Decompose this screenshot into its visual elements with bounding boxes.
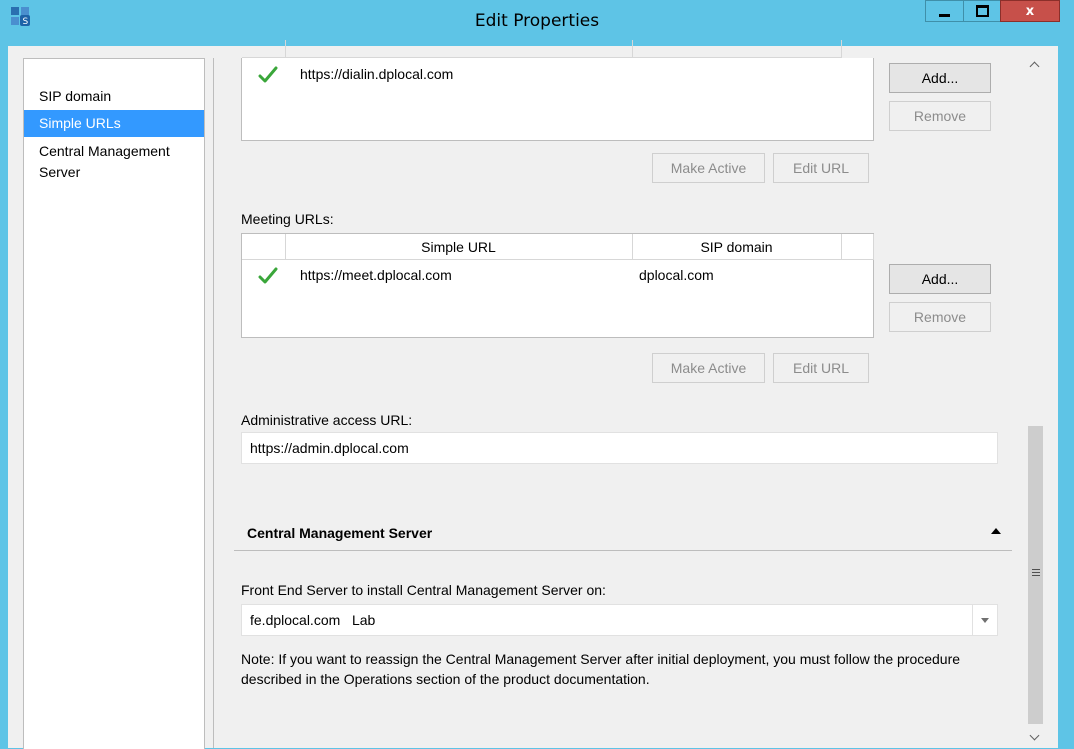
window-title: Edit Properties [474,11,600,31]
meeting-make-active-button[interactable]: Make Active [652,353,765,383]
grip-icon [1032,569,1040,577]
table-row[interactable]: https://dialin.dplocal.com [242,63,873,89]
table-header-cell [841,234,874,260]
admin-url-label: Administrative access URL: [241,412,413,428]
chevron-down-icon[interactable] [972,605,997,635]
meeting-remove-button[interactable]: Remove [889,302,991,332]
meeting-edit-url-button[interactable]: Edit URL [773,353,869,383]
front-end-server-dropdown[interactable]: fe.dplocal.com Lab [241,604,998,636]
sip-domain-cell: dplocal.com [639,267,714,283]
collapse-icon[interactable] [991,528,1001,534]
cms-note: Note: If you want to reassign the Centra… [241,651,961,687]
nav-item-sip-domain[interactable]: SIP domain [24,83,204,110]
cms-section-header[interactable]: Central Management Server [234,511,1012,551]
meeting-add-button[interactable]: Add... [889,264,991,294]
minimize-button[interactable] [925,0,964,22]
table-header-cell [242,234,286,260]
simple-url-cell: https://dialin.dplocal.com [300,66,454,82]
nav-item-simple-urls[interactable]: Simple URLs [24,110,204,137]
maximize-icon [975,5,989,17]
dialog-body: SIP domain Simple URLs Central Managemen… [8,40,1058,749]
front-end-server-value: fe.dplocal.com Lab [250,612,376,628]
table-row[interactable]: https://meet.dplocal.com dplocal.com [242,264,873,290]
close-icon: x [1025,3,1035,19]
navigation-list[interactable]: SIP domain Simple URLs Central Managemen… [23,58,205,749]
meeting-urls-label: Meeting URLs: [241,211,334,227]
dialin-urls-table[interactable]: https://dialin.dplocal.com [241,40,874,141]
dialin-make-active-button[interactable]: Make Active [652,153,765,183]
simple-url-cell: https://meet.dplocal.com [300,267,452,283]
maximize-button[interactable] [963,0,1001,22]
checkmark-icon [258,66,278,83]
scroll-thumb[interactable] [1028,426,1043,724]
table-header-cell [285,40,633,58]
scroll-up-icon[interactable] [1026,58,1045,77]
dialin-edit-url-button[interactable]: Edit URL [773,153,869,183]
close-button[interactable]: x [1000,0,1060,22]
nav-item-central-management-server[interactable]: Central Management Server [24,137,204,186]
cms-section-title: Central Management Server [247,525,433,541]
column-header-sip-domain[interactable]: SIP domain [632,234,842,260]
scroll-down-icon[interactable] [1026,729,1045,748]
meeting-urls-table[interactable]: Simple URL SIP domain https://meet.dploc… [241,233,874,338]
vertical-scrollbar[interactable] [1026,58,1045,748]
checkmark-icon [258,267,278,284]
column-header-simple-url[interactable]: Simple URL [285,234,633,260]
properties-panel: https://dialin.dplocal.com Add... Remove… [213,40,1027,748]
minimize-icon [939,13,950,17]
front-end-server-label: Front End Server to install Central Mana… [241,582,606,598]
dialin-add-button[interactable]: Add... [889,63,991,93]
dialin-remove-button[interactable]: Remove [889,101,991,131]
admin-url-input[interactable]: https://admin.dplocal.com [241,432,998,464]
table-header-cell [242,40,286,58]
table-header-cell [632,40,842,58]
